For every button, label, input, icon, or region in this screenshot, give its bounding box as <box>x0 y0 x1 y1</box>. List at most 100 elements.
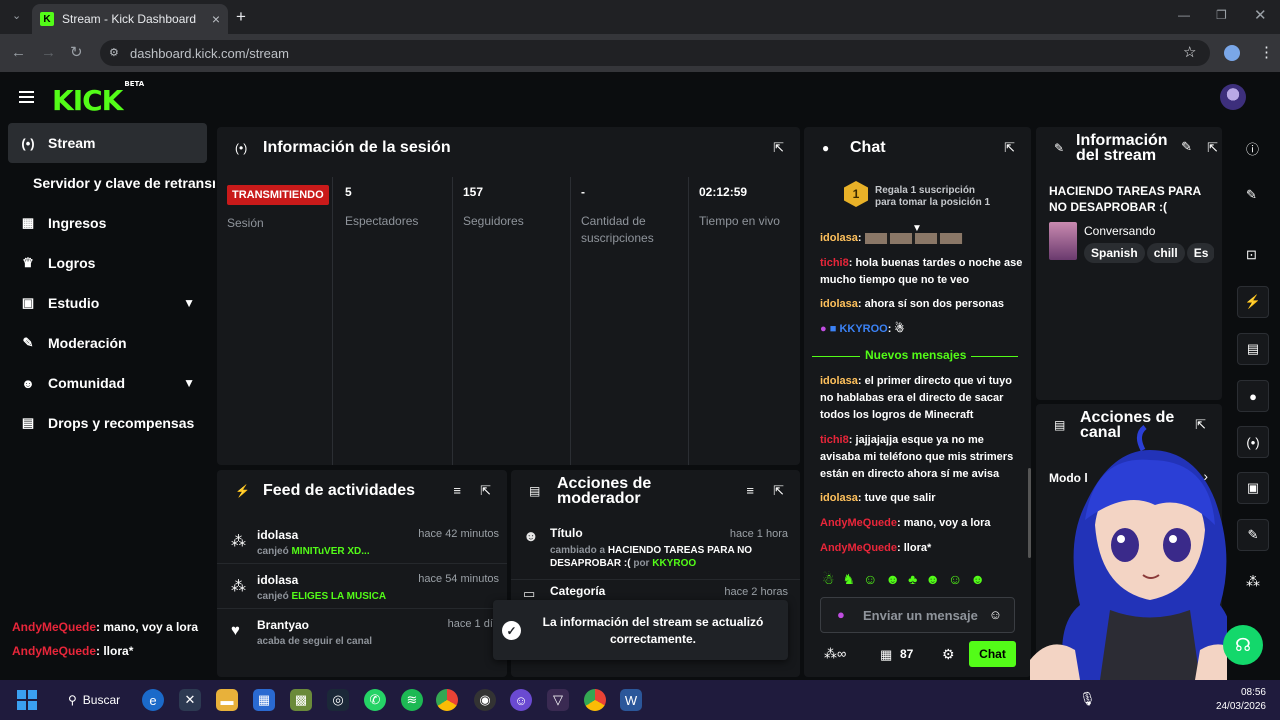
emote-bar[interactable]: ☃♞☺☻♣☻☺☻ <box>822 571 1018 591</box>
whatsapp-icon[interactable]: ✆ <box>364 689 386 711</box>
sidebar-item-logros[interactable]: ♛ Logros <box>8 243 207 283</box>
minimize-icon[interactable]: — <box>1178 8 1190 22</box>
chat-input[interactable]: ● Enviar un mensaje ☺ <box>820 597 1015 633</box>
points-icon[interactable]: ⁂∞ <box>824 646 846 662</box>
tag: Spanish <box>1084 243 1145 263</box>
list-item: ▭ Categoría hace 2 horas <box>523 584 788 601</box>
taskbar-search[interactable]: ⚲ Buscar <box>60 689 124 711</box>
sidebar-item-estudio[interactable]: ▣ Estudio ▼ <box>8 283 207 323</box>
back-icon[interactable]: ← <box>11 44 26 61</box>
minecraft-icon[interactable]: ▩ <box>290 689 312 711</box>
gift-rank-badge[interactable]: 1 <box>844 181 868 207</box>
app-v-icon[interactable]: ▽ <box>547 689 569 711</box>
popout-icon[interactable]: ⇱ <box>773 140 784 156</box>
overlay-chat-line: AndyMeQuede: llora* <box>12 644 134 658</box>
chrome-profile-icon[interactable] <box>584 689 606 711</box>
mic-icon[interactable]: ● <box>837 607 845 622</box>
sidebar-item-stream[interactable]: (•) Stream <box>8 123 207 163</box>
chat-bubble-icon[interactable]: ● <box>1237 380 1269 412</box>
edge-icon[interactable]: e <box>142 689 164 711</box>
redeem-icon: ⁂ <box>231 578 246 595</box>
spotify-icon[interactable]: ≋ <box>401 689 423 711</box>
gift-icon[interactable]: ▦ <box>880 647 892 663</box>
menu-icon[interactable] <box>19 88 34 106</box>
bolt-icon[interactable]: ⚡ <box>1237 286 1269 318</box>
bookmark-star-icon[interactable]: ☆ <box>1183 43 1196 61</box>
kick-logo[interactable]: KICKBETA <box>52 80 144 117</box>
heart-icon: ♥ <box>231 622 240 639</box>
channel-icon[interactable]: ▣ <box>1237 472 1269 504</box>
list-item: ⁂ idolasa hace 42 minutos canjeó MINITuV… <box>217 520 507 564</box>
chat-bubble-icon: ● <box>822 141 830 155</box>
check-icon: ✓ <box>502 621 521 640</box>
url-input[interactable]: dashboard.kick.com/stream <box>100 40 1210 66</box>
browser-menu-icon[interactable]: ⋮ <box>1259 43 1274 61</box>
list-item: ♥ Brantyao hace 1 día acaba de seguir el… <box>231 618 499 647</box>
avatar[interactable] <box>1220 84 1246 110</box>
sidebar-item-ingresos[interactable]: ▦ Ingresos <box>8 203 207 243</box>
activity-feed-panel: ⚡ Feed de actividades ≡ ⇱ ⁂ idolasa hace… <box>217 470 507 677</box>
taskbar-clock[interactable]: 08:56 24/03/2026 <box>1204 686 1266 714</box>
support-headset-icon[interactable]: ☊ <box>1223 625 1263 665</box>
wrench-icon[interactable]: ✎ <box>1237 519 1269 551</box>
list-item: ☻ Título hace 1 hora cambiado a HACIENDO… <box>511 520 800 580</box>
sidebar-item-comunidad[interactable]: ☻ Comunidad ▼ <box>8 363 207 403</box>
broadcast-icon: (•) <box>21 135 35 151</box>
word-icon[interactable]: W <box>620 689 642 711</box>
popout-icon[interactable]: ⇱ <box>773 483 784 499</box>
document-icon[interactable]: ▤ <box>1237 333 1269 365</box>
sidebar-item-moderacion[interactable]: ✎ Moderación <box>8 323 207 363</box>
app-x-icon[interactable]: ✕ <box>179 689 201 711</box>
kick-favicon-icon: K <box>40 12 54 26</box>
maximize-icon[interactable]: ❐ <box>1216 8 1227 22</box>
chart-icon: ▦ <box>21 215 35 230</box>
filter-icon[interactable]: ≡ <box>453 483 461 498</box>
chat-message: idolasa: ahora sí son dos personas <box>820 298 1004 310</box>
chat-message: tichi8: jajjajajja esque ya no me avisab… <box>820 434 1014 480</box>
steam-icon[interactable]: ◎ <box>327 689 349 711</box>
close-tab-icon[interactable]: × <box>212 11 220 27</box>
edit-pencil-icon[interactable]: ✎ <box>1181 139 1192 155</box>
new-messages-divider: Nuevos mensajes <box>812 348 1018 364</box>
send-chat-button[interactable]: Chat <box>969 641 1016 667</box>
profile-icon[interactable] <box>1224 45 1240 61</box>
video-icon: ▣ <box>21 295 35 310</box>
reload-icon[interactable]: ↻ <box>70 43 83 61</box>
mod-badge-icon: ■ <box>829 323 837 335</box>
tab-list-icon[interactable]: ⌄ <box>12 9 21 22</box>
emoji-icon[interactable]: ☺ <box>989 607 1002 622</box>
emote-icon: ☃ <box>894 323 905 335</box>
info-icon[interactable]: ⓘ <box>1246 139 1259 158</box>
browser-tab[interactable]: K Stream - Kick Dashboard × <box>32 4 228 34</box>
close-window-icon[interactable]: ✕ <box>1254 6 1267 24</box>
mic-badge-icon: ● <box>820 323 827 335</box>
popout-icon[interactable]: ⇱ <box>1207 140 1218 156</box>
microphone-icon[interactable]: 🎙 <box>1079 691 1096 707</box>
chat-app-icon[interactable]: ☺ <box>510 689 532 711</box>
drops-icon: ▤ <box>21 415 35 430</box>
broadcast-icon[interactable]: (•) <box>1237 426 1269 458</box>
chrome-icon[interactable] <box>436 689 458 711</box>
community-icon[interactable]: ⁂ <box>1246 573 1260 590</box>
points-count: 87 <box>900 647 914 661</box>
edit-pencil-icon[interactable]: ✎ <box>1246 187 1257 203</box>
panel-title: Chat <box>850 139 886 156</box>
panel-title: Información de la sesión <box>263 139 451 156</box>
popout-icon[interactable]: ⇱ <box>1004 140 1015 156</box>
popout-icon[interactable]: ⇱ <box>480 483 491 499</box>
site-info-icon[interactable]: ⚙ <box>109 46 119 59</box>
obs-icon[interactable]: ◉ <box>474 689 496 711</box>
store-icon[interactable]: ▦ <box>253 689 275 711</box>
new-tab-button[interactable]: + <box>236 7 246 27</box>
folder-icon[interactable]: ▬ <box>216 689 238 711</box>
sidebar-item-drops[interactable]: ▤ Drops y recompensas <box>8 403 207 443</box>
forward-icon[interactable]: → <box>41 44 56 61</box>
category-thumbnail <box>1049 222 1077 260</box>
sidebar-item-server-key[interactable]: Servidor y clave de retransmisión <box>8 163 215 203</box>
screenshot-icon[interactable]: ⊡ <box>1246 247 1257 263</box>
settings-gear-icon[interactable]: ⚙ <box>942 646 955 663</box>
filter-icon[interactable]: ≡ <box>746 483 754 498</box>
gift-prompt[interactable]: Regala 1 suscripción para tomar la posici… <box>875 185 990 209</box>
windows-start-icon[interactable] <box>17 690 37 710</box>
stream-info-panel: ✎ Información del stream ✎ ⇱ HACIENDO TAR… <box>1036 127 1222 400</box>
